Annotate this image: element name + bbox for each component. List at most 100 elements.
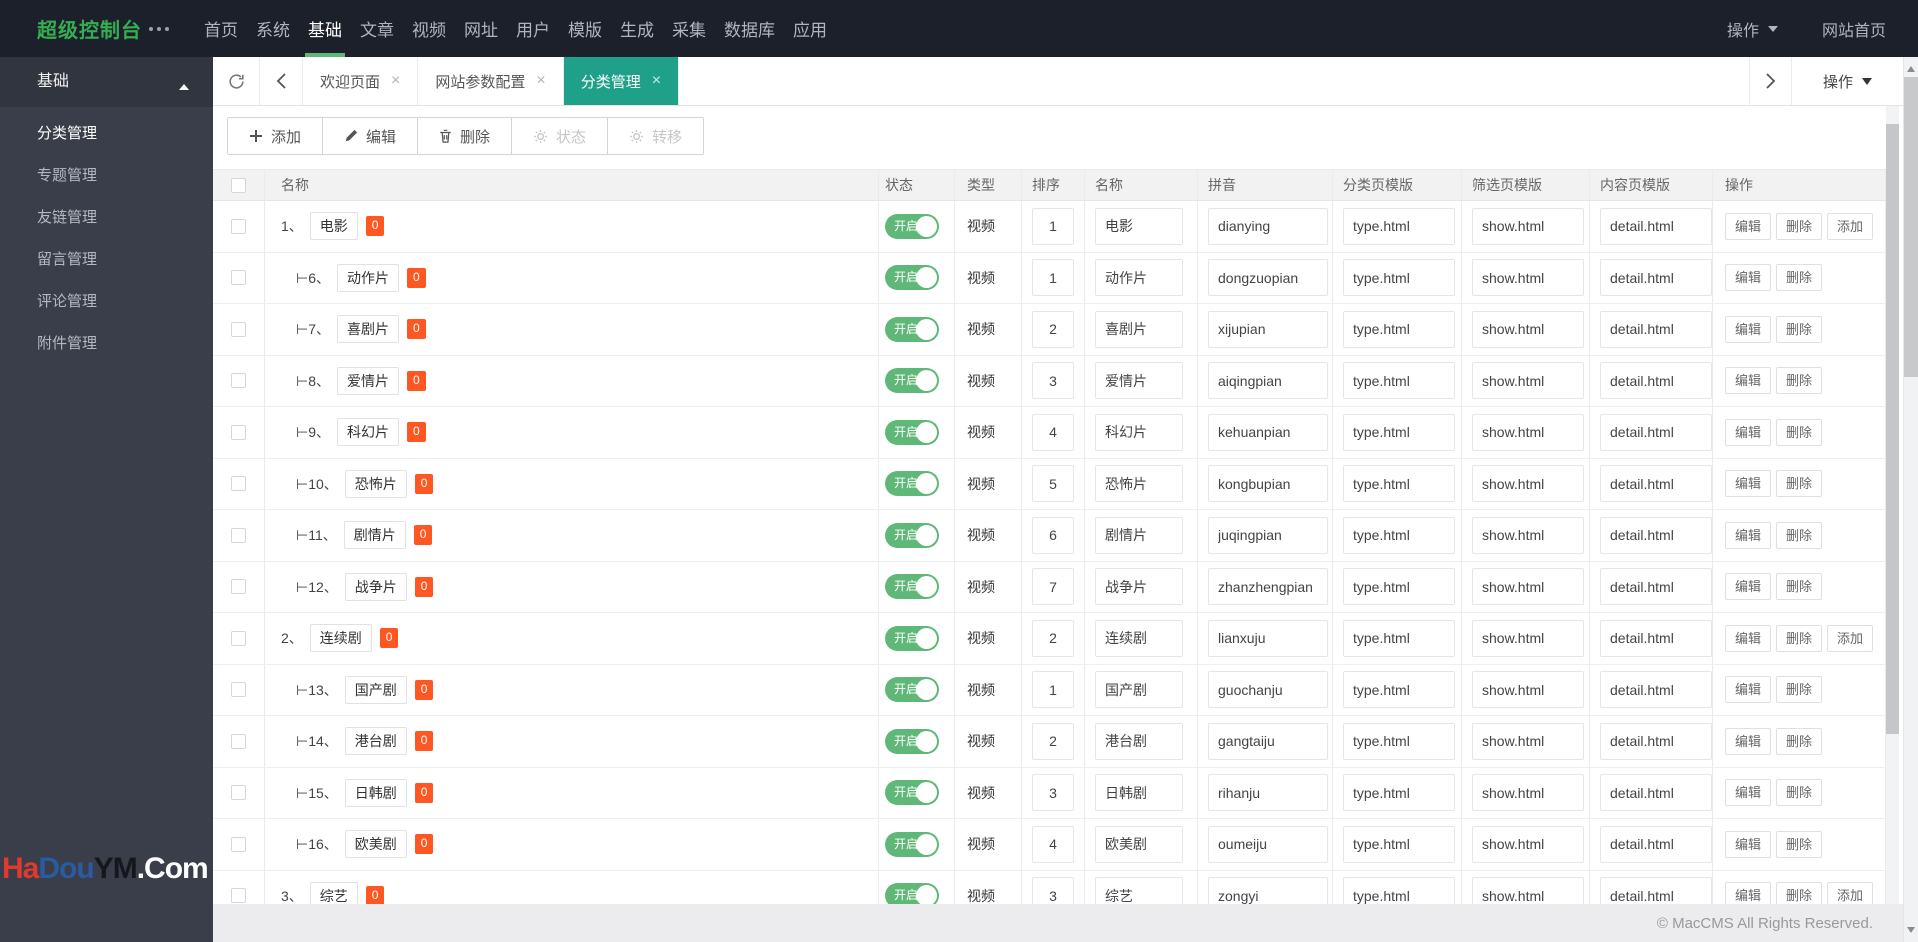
filter-template-input[interactable] <box>1472 413 1584 451</box>
row-checkbox[interactable] <box>231 733 246 749</box>
category-name-box[interactable]: 综艺 <box>309 881 358 904</box>
status-toggle[interactable]: 开启 <box>885 574 939 600</box>
row-edit-button[interactable]: 编辑 <box>1725 573 1772 601</box>
more-icon[interactable] <box>123 0 195 57</box>
pinyin-input[interactable] <box>1208 362 1328 400</box>
type-template-input[interactable] <box>1343 825 1455 863</box>
tabs-scroll-right-button[interactable] <box>1749 57 1791 105</box>
pinyin-input[interactable] <box>1208 825 1328 863</box>
row-delete-button[interactable]: 删除 <box>1776 727 1823 755</box>
close-icon[interactable]: × <box>652 73 661 89</box>
row-edit-button[interactable]: 编辑 <box>1725 367 1772 395</box>
sort-input[interactable] <box>1032 568 1074 606</box>
name-input[interactable] <box>1095 413 1183 451</box>
row-delete-button[interactable]: 删除 <box>1776 521 1823 549</box>
sidebar-item[interactable]: 评论管理 <box>0 281 213 323</box>
topbar-ops-dropdown[interactable]: 操作 <box>1727 17 1778 41</box>
name-input[interactable] <box>1095 516 1183 554</box>
sidebar-section-basic[interactable]: 基础 <box>0 57 213 107</box>
filter-template-input[interactable] <box>1472 568 1584 606</box>
row-delete-button[interactable]: 删除 <box>1776 882 1823 904</box>
select-all-checkbox[interactable] <box>231 177 246 193</box>
type-template-input[interactable] <box>1343 259 1455 297</box>
status-toggle[interactable]: 开启 <box>885 677 939 703</box>
topnav-item[interactable]: 模版 <box>559 0 611 57</box>
content-template-input[interactable] <box>1600 619 1712 657</box>
status-toggle[interactable]: 开启 <box>885 213 939 239</box>
row-edit-button[interactable]: 编辑 <box>1725 264 1772 292</box>
row-add-button[interactable]: 添加 <box>1827 882 1874 904</box>
tab-ops-dropdown[interactable]: 操作 <box>1791 57 1903 105</box>
sort-input[interactable] <box>1032 516 1074 554</box>
content-template-input[interactable] <box>1600 722 1712 760</box>
row-edit-button[interactable]: 编辑 <box>1725 212 1772 240</box>
pinyin-input[interactable] <box>1208 465 1328 503</box>
add-button[interactable]: 添加 <box>227 117 324 155</box>
filter-template-input[interactable] <box>1472 722 1584 760</box>
row-checkbox[interactable] <box>231 682 246 698</box>
name-input[interactable] <box>1095 671 1183 709</box>
sidebar-item[interactable]: 附件管理 <box>0 323 213 365</box>
close-icon[interactable]: × <box>536 73 545 89</box>
pinyin-input[interactable] <box>1208 722 1328 760</box>
row-delete-button[interactable]: 删除 <box>1776 367 1823 395</box>
type-template-input[interactable] <box>1343 310 1455 348</box>
filter-template-input[interactable] <box>1472 362 1584 400</box>
content-template-input[interactable] <box>1600 413 1712 451</box>
topnav-item[interactable]: 系统 <box>247 0 299 57</box>
topnav-item[interactable]: 网址 <box>455 0 507 57</box>
row-add-button[interactable]: 添加 <box>1827 624 1874 652</box>
row-edit-button[interactable]: 编辑 <box>1725 624 1772 652</box>
type-template-input[interactable] <box>1343 516 1455 554</box>
category-name-box[interactable]: 日韩剧 <box>344 778 407 807</box>
name-input[interactable] <box>1095 774 1183 812</box>
content-template-input[interactable] <box>1600 465 1712 503</box>
sidebar-item[interactable]: 专题管理 <box>0 155 213 197</box>
row-checkbox[interactable] <box>231 836 246 852</box>
row-add-button[interactable]: 添加 <box>1827 212 1874 240</box>
row-checkbox[interactable] <box>231 321 246 337</box>
filter-template-input[interactable] <box>1472 310 1584 348</box>
row-delete-button[interactable]: 删除 <box>1776 418 1823 446</box>
sort-input[interactable] <box>1032 722 1074 760</box>
content-template-input[interactable] <box>1600 671 1712 709</box>
topnav-item[interactable]: 首页 <box>195 0 247 57</box>
status-toggle[interactable]: 开启 <box>885 831 939 857</box>
row-checkbox[interactable] <box>231 424 246 440</box>
status-toggle[interactable]: 开启 <box>885 625 939 651</box>
type-template-input[interactable] <box>1343 619 1455 657</box>
row-delete-button[interactable]: 删除 <box>1776 315 1823 343</box>
pinyin-input[interactable] <box>1208 568 1328 606</box>
pinyin-input[interactable] <box>1208 207 1328 245</box>
sort-input[interactable] <box>1032 207 1074 245</box>
row-edit-button[interactable]: 编辑 <box>1725 676 1772 704</box>
status-toggle[interactable]: 开启 <box>885 471 939 497</box>
name-input[interactable] <box>1095 259 1183 297</box>
sort-input[interactable] <box>1032 465 1074 503</box>
type-template-input[interactable] <box>1343 774 1455 812</box>
topnav-item[interactable]: 数据库 <box>715 0 784 57</box>
row-edit-button[interactable]: 编辑 <box>1725 727 1772 755</box>
row-edit-button[interactable]: 编辑 <box>1725 779 1772 807</box>
type-template-input[interactable] <box>1343 568 1455 606</box>
sort-input[interactable] <box>1032 671 1074 709</box>
sidebar-item[interactable]: 留言管理 <box>0 239 213 281</box>
name-input[interactable] <box>1095 310 1183 348</box>
row-edit-button[interactable]: 编辑 <box>1725 882 1772 904</box>
content-template-input[interactable] <box>1600 516 1712 554</box>
row-edit-button[interactable]: 编辑 <box>1725 315 1772 343</box>
topnav-item[interactable]: 用户 <box>507 0 559 57</box>
row-edit-button[interactable]: 编辑 <box>1725 521 1772 549</box>
status-toggle[interactable]: 开启 <box>885 316 939 342</box>
sidebar-item[interactable]: 友链管理 <box>0 197 213 239</box>
type-template-input[interactable] <box>1343 207 1455 245</box>
content-template-input[interactable] <box>1600 362 1712 400</box>
filter-template-input[interactable] <box>1472 207 1584 245</box>
sort-input[interactable] <box>1032 825 1074 863</box>
filter-template-input[interactable] <box>1472 259 1584 297</box>
filter-template-input[interactable] <box>1472 516 1584 554</box>
content-template-input[interactable] <box>1600 207 1712 245</box>
pinyin-input[interactable] <box>1208 259 1328 297</box>
row-checkbox[interactable] <box>231 476 246 492</box>
topnav-item[interactable]: 采集 <box>663 0 715 57</box>
